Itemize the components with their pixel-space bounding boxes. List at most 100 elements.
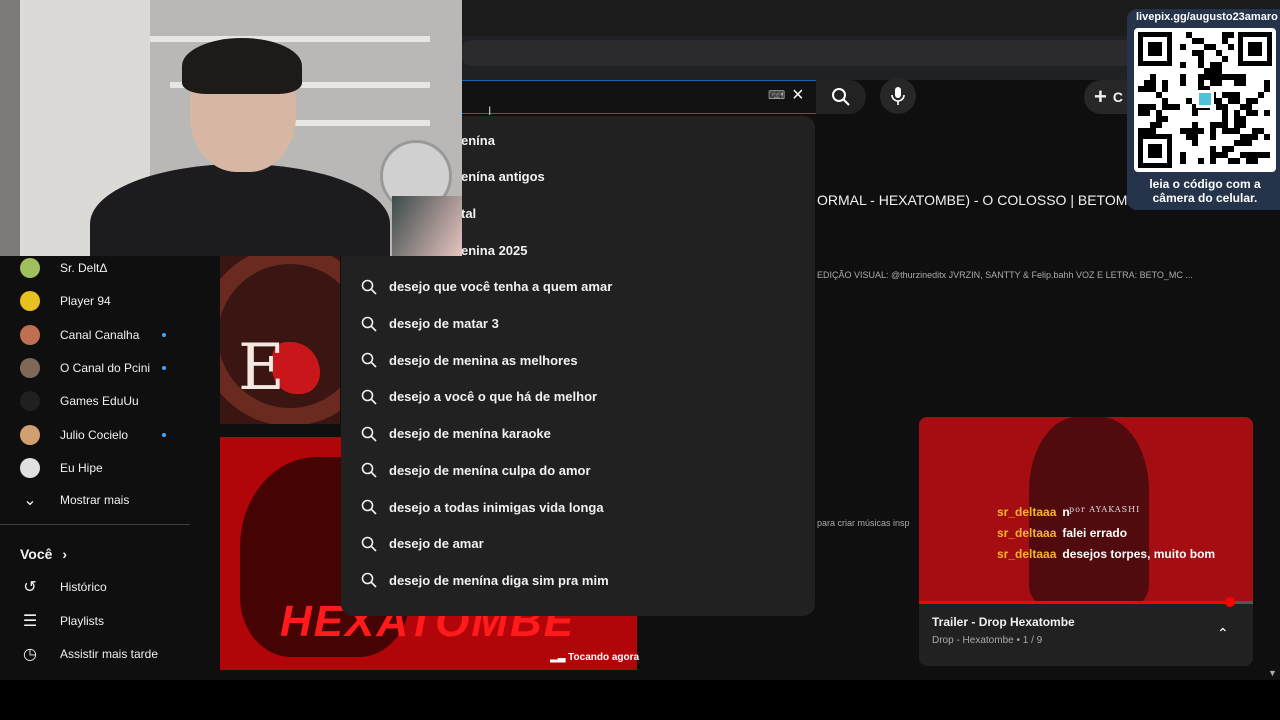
search-icon	[361, 279, 377, 295]
search-suggestion[interactable]: desejo de menína diga sim pra mim	[341, 562, 815, 598]
channel-avatar	[20, 457, 40, 478]
webcam-person-hair	[182, 38, 302, 94]
new-content-dot	[162, 432, 166, 437]
you-section-header[interactable]: Você ›	[20, 546, 67, 562]
suggestion-label: desejo de menína karaoke	[389, 426, 551, 442]
channel-name: O Canal do Pcini	[60, 360, 151, 375]
sidebar-item[interactable]: ↺ Histórico	[0, 570, 200, 604]
now-playing-label: ▂▃ Tocando agora	[550, 652, 639, 663]
show-more-button[interactable]: ⌄ Mostrar mais	[0, 483, 200, 517]
search-suggestion[interactable]: desejo de menína karaoke	[341, 416, 815, 452]
sidebar-item-label: Playlists	[60, 613, 105, 628]
chat-text: falei errado	[1062, 526, 1128, 540]
chat-message: sr_deltaaa n	[997, 505, 1070, 519]
sidebar-subscription[interactable]: Eu Hipe	[0, 451, 200, 485]
chat-text: n	[1062, 505, 1070, 519]
channel-name: Eu Hipe	[60, 460, 103, 475]
sidebar-subscription[interactable]: Player 94	[0, 284, 200, 318]
channel-avatar	[20, 391, 40, 412]
webcam-monitor	[392, 196, 462, 256]
suggestion-label: desejo de amar	[389, 536, 484, 552]
search-button[interactable]	[816, 80, 866, 114]
scroll-down-arrow-icon[interactable]: ▼	[1268, 668, 1277, 678]
miniplayer-video[interactable]: por AYAKASHI sr_deltaaa n sr_deltaaa falei …	[919, 417, 1253, 603]
search-suggestion[interactable]: desejo de menína culpa do amor	[341, 452, 815, 488]
channel-avatar	[20, 424, 40, 445]
suggestion-label: desejo que você tenha a quem amar	[389, 279, 613, 295]
qr-code	[1134, 28, 1276, 172]
search-icon	[361, 352, 377, 368]
chat-message: sr_deltaaa desejos torpes, muito bom	[997, 547, 1215, 561]
channel-avatar	[20, 357, 40, 378]
video-title[interactable]: ORMAL - HEXATOMBE) - O COLOSSO | BETOMC	[817, 192, 1127, 208]
livepix-caption: leia o código com a câmera do celular.	[1149, 177, 1261, 205]
search-icon	[361, 426, 377, 442]
voice-search-button[interactable]	[880, 78, 916, 114]
suggestion-label: enina 2025	[461, 242, 528, 258]
sidebar-divider	[0, 524, 190, 525]
qr-code-graphic	[1138, 32, 1272, 168]
webcam-overlay	[0, 0, 462, 256]
webcam-shelf	[150, 36, 430, 42]
you-label: Você	[20, 546, 53, 562]
suggestion-label: desejo de menína culpa do amor	[389, 462, 591, 478]
create-label: C	[1112, 89, 1123, 105]
sidebar-item-label: Assistir mais tarde	[60, 647, 159, 661]
sidebar-subscription[interactable]: O Canal do Pcini	[0, 351, 200, 385]
sidebar-subscription[interactable]: Games EduUu	[0, 384, 200, 418]
suggestion-label: enína	[461, 132, 495, 148]
mic-icon	[891, 87, 905, 105]
channel-name: Julio Cocielo	[60, 427, 129, 442]
search-icon	[361, 499, 377, 515]
search-suggestion[interactable]: desejo de matar 3	[341, 306, 815, 342]
video-thumbnail[interactable]: E	[220, 256, 340, 424]
text-cursor-icon: I	[488, 104, 492, 118]
sidebar-subscription[interactable]: Julio Cocielo	[0, 418, 200, 452]
sidebar-subscription[interactable]: Canal Canalha	[0, 318, 200, 352]
chat-username: sr_deltaaa	[997, 526, 1057, 540]
search-suggestion[interactable]: desejo de amar	[341, 526, 815, 562]
sidebar-item[interactable]: ☰ Playlists	[0, 604, 200, 638]
search-suggestion[interactable]: desejo de menina as melhores	[341, 342, 815, 378]
search-suggestion[interactable]: desejo que você tenha a quem amar	[341, 269, 815, 305]
search-suggestion[interactable]: desejo a você o que há de melhor	[341, 379, 815, 415]
search-input[interactable]	[440, 80, 817, 114]
suggestion-label: desejo a todas inimigas vida longa	[389, 499, 604, 515]
suggestion-label: desejo de matar 3	[389, 316, 499, 331]
new-content-dot	[162, 332, 166, 337]
suggestion-label: desejo de menina as melhores	[389, 352, 578, 368]
miniplayer[interactable]: por AYAKASHI sr_deltaaa n sr_deltaaa falei …	[919, 417, 1253, 666]
video-description: EDIÇÃO VISUAL: @thurzineditx JVRZIN, SAN…	[817, 270, 1193, 280]
suggestion-label: desejo de menína diga sim pra mim	[389, 572, 609, 588]
clear-search-icon[interactable]: ×	[792, 85, 810, 105]
chat-username: sr_deltaaa	[997, 505, 1057, 519]
keyboard-icon[interactable]: ⌨	[768, 88, 786, 102]
show-more-label: Mostrar mais	[60, 493, 130, 507]
address-bar[interactable]	[460, 40, 1180, 66]
channel-avatar	[20, 258, 40, 278]
sidebar-item[interactable]: ◷ Assistir mais tarde	[0, 637, 200, 671]
video-description-2: para criar músicas insp	[817, 518, 910, 528]
channel-name: Canal Canalha	[60, 327, 140, 342]
suggestion-label: tal	[461, 205, 477, 221]
channel-name: Player 94	[60, 294, 111, 309]
channel-avatar	[20, 324, 40, 345]
search-icon	[361, 389, 377, 405]
channel-name: Sr. DeltΔ	[60, 261, 108, 275]
search-suggestion[interactable]: desejo a todas inimigas vida longa	[341, 489, 815, 525]
suggestion-label: desejo a você o que há de melhor	[389, 389, 598, 405]
miniplayer-title: Trailer - Drop Hexatombe	[932, 615, 1075, 629]
progress-fill	[919, 601, 1230, 604]
expand-playlist-icon[interactable]: ⌃	[1217, 625, 1229, 642]
progress-scrubber[interactable]	[1224, 597, 1235, 607]
channel-name: Games EduUu	[60, 394, 139, 409]
search-icon	[361, 462, 377, 478]
miniplayer-progress-bar[interactable]	[919, 597, 1253, 607]
chat-message: sr_deltaaa falei errado	[997, 526, 1127, 540]
suggestion-label: enína antigos	[461, 169, 545, 185]
sidebar-subscription[interactable]: Sr. DeltΔ	[0, 251, 200, 285]
channel-avatar	[20, 291, 40, 312]
new-content-dot	[162, 365, 166, 370]
search-icon	[361, 572, 377, 588]
chat-text: desejos torpes, muito bom	[1062, 547, 1216, 561]
